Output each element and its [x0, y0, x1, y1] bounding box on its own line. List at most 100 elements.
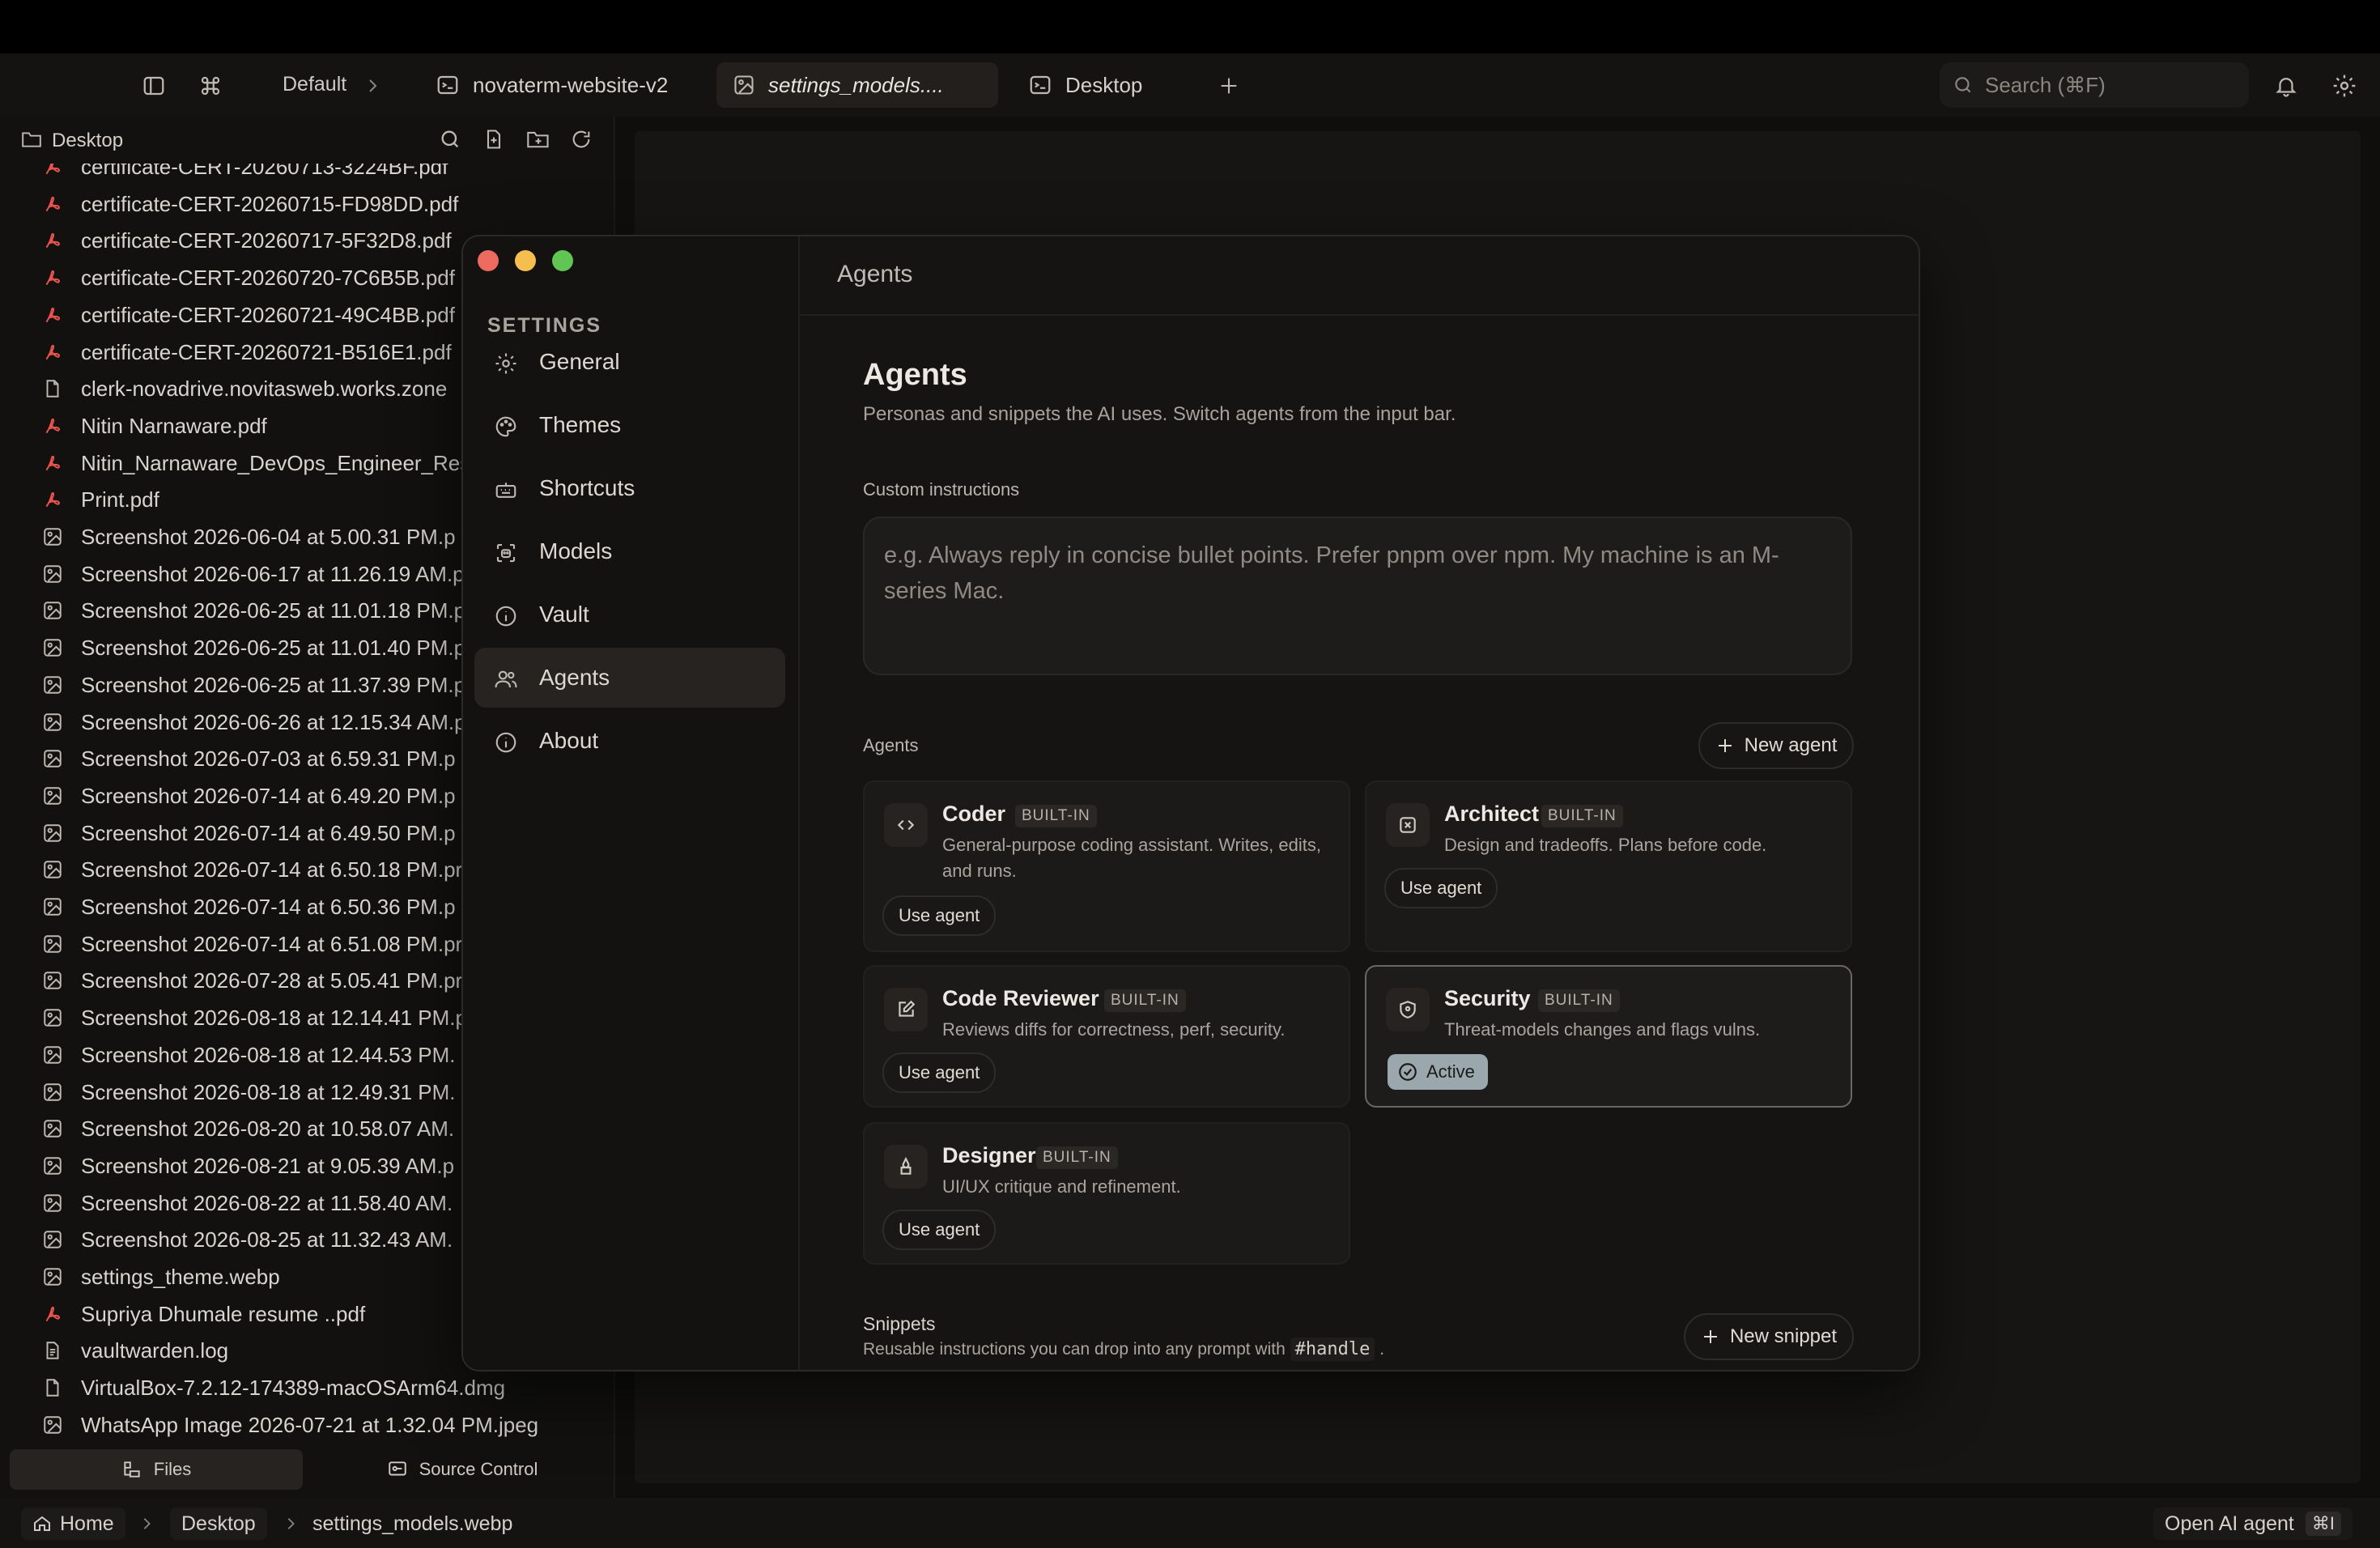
image-file-icon	[42, 1118, 63, 1139]
workspace-label[interactable]: Default	[283, 73, 346, 96]
file-name: Print.pdf	[81, 487, 159, 512]
use-agent-button[interactable]: Use agent	[882, 895, 997, 936]
file-name: Screenshot 2026-08-22 at 11.58.40 AM.	[81, 1190, 453, 1215]
tab-novaterm[interactable]: novaterm-website-v2	[423, 62, 681, 108]
file-name: Screenshot 2026-07-14 at 6.51.08 PM.pr	[81, 931, 463, 956]
file-name: Screenshot 2026-06-25 at 11.01.18 PM.p	[81, 598, 466, 623]
breadcrumb-home[interactable]: Home	[21, 1508, 125, 1540]
files-icon	[121, 1459, 142, 1480]
nav-agents[interactable]: Agents	[474, 648, 785, 708]
file-name: certificate-CERT-20260721-49C4BB.pdf	[81, 302, 455, 327]
settings-header-title: Agents	[837, 261, 913, 287]
check-circle-icon	[1397, 1061, 1418, 1082]
pdf-icon	[42, 194, 63, 215]
use-agent-button[interactable]: Use agent	[882, 1210, 997, 1250]
image-file-icon	[42, 600, 63, 621]
nav-about[interactable]: About	[474, 711, 785, 771]
file-name: certificate-CERT-20260713-3224BF.pdf	[81, 164, 448, 179]
sidebar-header: Desktop	[0, 117, 614, 164]
tab-desktop[interactable]: Desktop	[1015, 62, 1155, 108]
file-row[interactable]: certificate-CERT-20260713-3224BF.pdf	[0, 164, 614, 185]
open-ai-agent-button[interactable]: Open AI agent ⌘I	[2153, 1508, 2352, 1540]
image-file-icon	[42, 785, 63, 806]
agent-card-code-reviewer: Code Reviewer BUILT-IN Reviews diffs for…	[863, 965, 1350, 1108]
snippets-description: Reusable instructions you can drop into …	[863, 1337, 1385, 1361]
agent-card-architect: Architect BUILT-IN Design and tradeoffs.…	[1365, 780, 1852, 952]
terminal-icon	[436, 73, 460, 97]
tab-files[interactable]: Files	[10, 1449, 303, 1490]
new-agent-button[interactable]: New agent	[1698, 722, 1854, 769]
file-name: Nitin Narnaware.pdf	[81, 413, 267, 438]
bell-icon[interactable]	[2268, 68, 2304, 104]
new-tab-plus-icon[interactable]	[1211, 68, 1247, 104]
image-file-icon	[42, 859, 63, 880]
minimize-window-button[interactable]	[515, 250, 536, 271]
zoom-window-button[interactable]	[552, 250, 573, 271]
info-icon	[494, 730, 518, 755]
gear-icon[interactable]	[2327, 68, 2362, 104]
image-file-icon	[42, 526, 63, 547]
search-input[interactable]: Search (⌘F)	[1940, 62, 2249, 108]
file-name: Screenshot 2026-08-20 at 10.58.07 AM.	[81, 1116, 455, 1142]
close-window-button[interactable]	[478, 250, 499, 271]
file-name: settings_theme.webp	[81, 1265, 280, 1289]
brush-icon	[884, 1145, 928, 1189]
nav-vault[interactable]: Vault	[474, 585, 785, 644]
file-row[interactable]: VirtualBox-7.2.12-174389-macOSArm64.dmg	[0, 1370, 614, 1406]
nav-themes[interactable]: Themes	[474, 395, 785, 455]
agent-name: Coder	[942, 802, 1006, 826]
image-file-icon	[42, 1155, 63, 1176]
source-control-icon	[387, 1459, 408, 1480]
refresh-icon[interactable]	[570, 128, 593, 151]
built-in-badge: BUILT-IN	[1036, 1146, 1118, 1169]
search-placeholder: Search (⌘F)	[1985, 72, 2106, 97]
system-bar	[0, 0, 2380, 53]
file-row[interactable]: certificate-CERT-20260715-FD98DD.pdf	[0, 186, 614, 223]
page-subtitle: Personas and snippets the AI uses. Switc…	[863, 403, 1456, 425]
image-file-icon	[42, 637, 63, 658]
active-status-badge[interactable]: Active	[1388, 1054, 1488, 1090]
pdf-icon	[42, 1303, 63, 1325]
edit-icon	[884, 988, 928, 1031]
file-icon	[42, 1377, 63, 1398]
file-name: WhatsApp Image 2026-07-21 at 1.32.04 PM.…	[81, 1412, 539, 1437]
search-icon[interactable]	[439, 128, 461, 151]
custom-instructions-textarea[interactable]: e.g. Always reply in concise bullet poin…	[863, 517, 1852, 675]
file-name: VirtualBox-7.2.12-174389-macOSArm64.dmg	[81, 1376, 506, 1401]
file-name: certificate-CERT-20260717-5F32D8.pdf	[81, 228, 452, 253]
agents-section-label: Agents	[863, 735, 919, 755]
agent-description: Design and tradeoffs. Plans before code.	[1444, 835, 1767, 855]
file-name: certificate-CERT-20260721-B516E1.pdf	[81, 339, 452, 364]
nav-shortcuts[interactable]: Shortcuts	[474, 458, 785, 518]
built-in-badge: BUILT-IN	[1538, 989, 1620, 1012]
command-icon[interactable]	[193, 68, 228, 104]
file-name: Screenshot 2026-06-04 at 5.00.31 PM.p	[81, 525, 456, 549]
new-snippet-button[interactable]: New snippet	[1684, 1313, 1854, 1360]
tab-source-control[interactable]: Source Control	[316, 1449, 609, 1490]
info-icon	[494, 604, 518, 628]
file-name: certificate-CERT-20260715-FD98DD.pdf	[81, 191, 459, 216]
plus-icon	[1701, 1327, 1720, 1346]
image-file-icon	[42, 712, 63, 733]
pdf-icon	[42, 164, 63, 177]
file-row[interactable]: WhatsApp Image 2026-07-21 at 1.32.04 PM.…	[0, 1407, 614, 1440]
pdf-icon	[42, 342, 63, 363]
use-agent-button[interactable]: Use agent	[1384, 868, 1498, 908]
pdf-icon	[42, 489, 63, 510]
users-icon	[494, 667, 518, 691]
use-agent-button[interactable]: Use agent	[882, 1053, 997, 1093]
image-file-icon	[42, 674, 63, 695]
breadcrumb-desktop[interactable]: Desktop	[170, 1508, 267, 1540]
nav-general[interactable]: General	[474, 332, 785, 392]
agent-name: Designer	[942, 1143, 1036, 1167]
new-file-icon[interactable]	[482, 128, 505, 151]
nav-models[interactable]: Models	[474, 521, 785, 581]
breadcrumb-file[interactable]: settings_models.webp	[301, 1508, 524, 1540]
file-name: Screenshot 2026-07-14 at 6.50.36 PM.p	[81, 895, 456, 919]
sidebar-toggle-icon[interactable]	[136, 68, 172, 104]
shield-icon	[1386, 988, 1430, 1031]
image-file-icon	[42, 748, 63, 769]
tab-settings-models[interactable]: settings_models....	[716, 62, 998, 108]
image-file-icon	[42, 563, 63, 585]
new-folder-icon[interactable]	[526, 128, 550, 151]
